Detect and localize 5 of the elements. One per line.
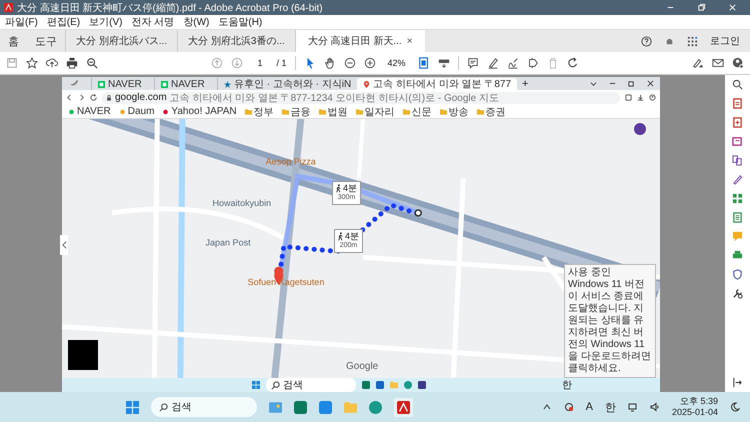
route-time-text: 4분 [343,183,358,193]
page-total: / 1 [276,58,287,68]
route-time-text: 4분 [345,231,360,241]
window-title: 大分 高速日田 新天神町バス停(縮简).pdf - Adobe Acrobat Pro (64-bit) [17,2,323,14]
map-logo-text: Google [346,361,378,372]
